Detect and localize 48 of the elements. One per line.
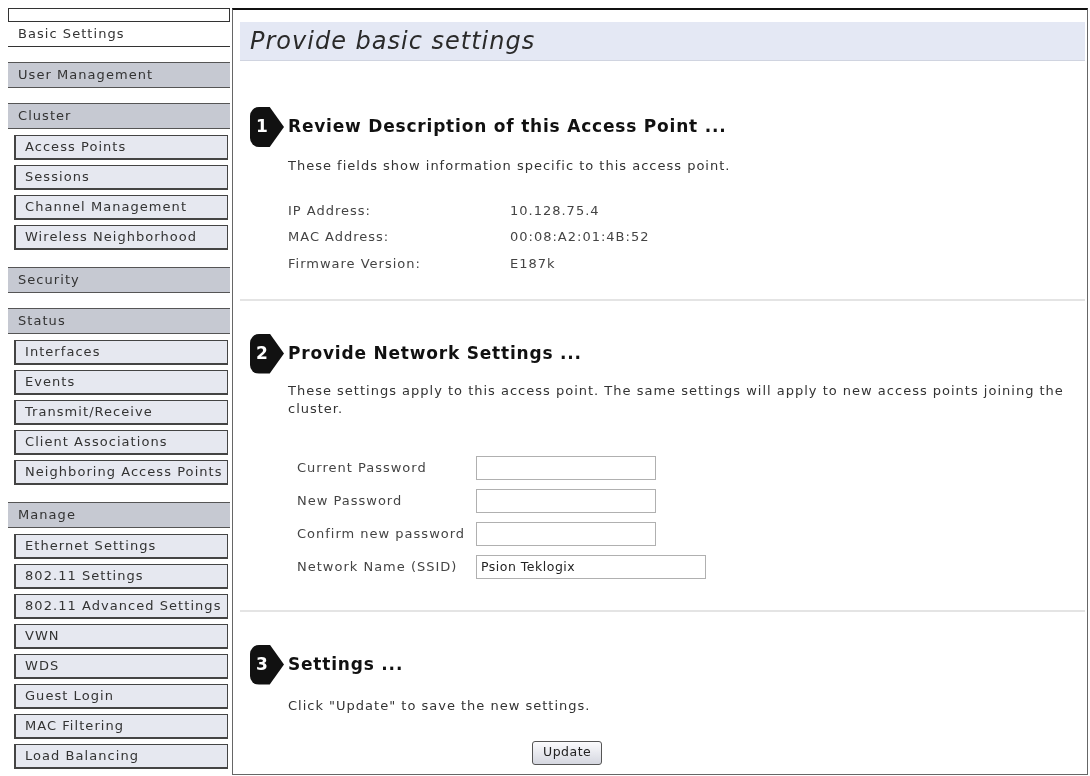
sidebar-subitem[interactable]: 802.11 Settings [14,564,228,589]
input-field[interactable] [476,521,656,546]
sidebar-subitem[interactable]: VWN [14,624,228,649]
sidebar-item[interactable]: Cluster [8,103,230,129]
field-value: 10.128.75.4 [510,201,600,220]
step-marker: 2 [250,333,284,374]
sidebar-subitem[interactable]: Neighboring Access Points [14,460,228,485]
sidebar-subitem[interactable]: Guest Login [14,684,228,709]
field-value: E187k [510,254,556,273]
field-label: MAC Address: [288,228,391,246]
field-label: Current Password [297,458,428,477]
sidebar-subitem[interactable]: Transmit/Receive [14,400,228,425]
sidebar-item[interactable]: Manage [8,502,230,528]
sidebar-subitem[interactable]: Load Balancing [14,744,228,769]
sidebar-subitem[interactable]: 802.11 Advanced Settings [14,594,228,619]
sidebar-item[interactable]: Basic Settings [8,21,230,47]
step-marker: 1 [250,107,284,147]
page-title: Provide basic settings [250,27,536,55]
input-field[interactable] [476,455,656,480]
step-marker: 3 [250,644,284,685]
sidebar-subitem[interactable]: Events [14,370,228,395]
field-label: Network Name (SSID) [297,557,459,576]
sidebar-item[interactable]: User Management [8,62,230,88]
sidebar-subitem[interactable]: MAC Filtering [14,714,228,739]
field-label: Firmware Version: [288,254,422,273]
section-description: These fields show information specific to this access point. [288,157,732,175]
sidebar-subitem[interactable]: Access Points [14,135,228,160]
sidebar-subitem[interactable]: Sessions [14,165,228,190]
field-label: New Password [297,491,404,510]
section-description: These settings apply to this access point. The same settings will apply to new access points joining the cluster. [288,381,1065,418]
sidebar-item[interactable]: Status [8,308,230,334]
sidebar-subitem[interactable]: Ethernet Settings [14,534,228,559]
section-heading: Review Description of this Access Point ... [288,115,727,139]
sidebar-subitem[interactable]: Interfaces [14,340,228,365]
sidebar-item[interactable]: Security [8,267,230,293]
sidebar-subitem[interactable]: Client Associations [14,430,228,455]
section-description: Click "Update" to save the new settings. [288,696,592,715]
section-heading: Provide Network Settings ... [288,341,582,365]
sidebar-subitem[interactable]: Channel Management [14,195,228,220]
section-heading: Settings ... [288,652,404,676]
sidebar-subitem[interactable]: Wireless Neighborhood [14,225,228,250]
input-field[interactable] [476,488,656,513]
update-button[interactable]: Update [532,740,603,765]
input-field[interactable]: Psion Teklogix [476,554,706,579]
field-label: IP Address: [288,201,372,220]
sidebar-subitem[interactable]: WDS [14,654,228,679]
field-value: 00:08:A2:01:4B:52 [510,228,650,246]
field-label: Confirm new password [297,524,467,543]
